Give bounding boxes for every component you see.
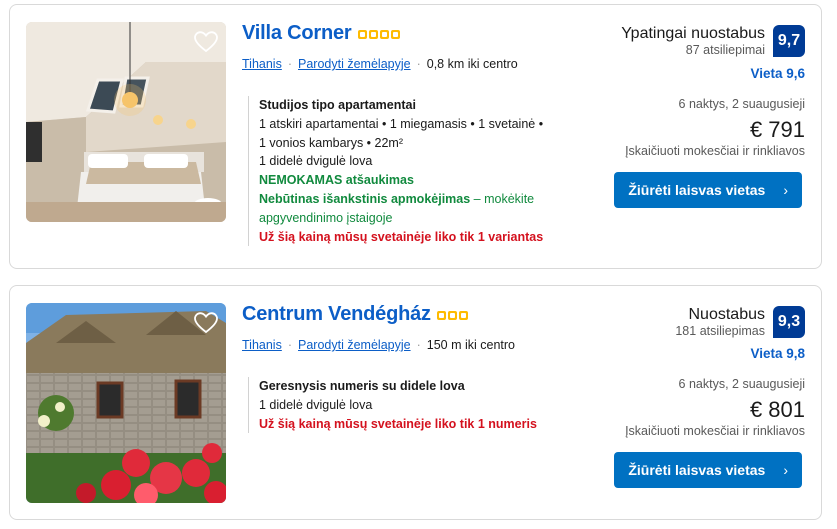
room-info-line: 1 vonios kambarys • 22m² <box>259 135 404 150</box>
free-cancellation: NEMOKAMAS atšaukimas <box>259 173 414 188</box>
price: € 791 <box>749 117 805 142</box>
see-availability-button[interactable]: Žiūrėti laisvas vietas › <box>614 172 802 208</box>
star-icon <box>458 311 468 320</box>
town-link[interactable]: Tihanis <box>242 57 282 71</box>
separator-dot: · <box>416 338 421 352</box>
stay-length: 6 naktys, 2 suaugusieji <box>678 377 805 391</box>
review-score[interactable]: Ypatingai nuostabus 87 atsiliepimai 9,7 <box>621 25 805 58</box>
taxes-note: Įskaičiuoti mokesčiai ir rinkliavos <box>625 144 805 158</box>
property-card[interactable]: Villa Corner Tihanis · Parodyti žemėlapy… <box>9 4 822 269</box>
location-score: Vieta 9,8 <box>750 346 805 361</box>
star-icon <box>390 30 400 39</box>
property-photo[interactable] <box>26 303 226 503</box>
bed-type: 1 didelė dvigulė lova <box>259 154 373 169</box>
star-icon <box>379 30 389 39</box>
star-rating <box>357 30 400 39</box>
scarcity-message: Už šią kainą mūsų svetainėje liko tik 1 … <box>259 229 544 244</box>
town-link[interactable]: Tihanis <box>242 338 282 352</box>
bed-type: 1 didelė dvigulė lova <box>259 397 373 412</box>
star-icon <box>357 30 367 39</box>
room-details: Studijos tipo apartamentai 1 atskiri apa… <box>248 96 604 247</box>
button-label: Žiūrėti laisvas vietas <box>628 462 766 478</box>
score-label: Ypatingai nuostabus <box>621 25 765 42</box>
taxes-note: Įskaičiuoti mokesčiai ir rinkliavos <box>625 424 805 438</box>
scarcity-message: Už šią kainą mūsų svetainėje liko tik 1 … <box>259 416 537 431</box>
review-score[interactable]: Nuostabus 181 atsiliepimas 9,3 <box>675 306 805 339</box>
location-score: Vieta 9,6 <box>750 66 805 81</box>
distance-from-centre: 0,8 km iki centro <box>426 57 518 71</box>
property-title[interactable]: Centrum Vendégház <box>242 303 431 326</box>
property-card[interactable]: Centrum Vendégház Tihanis · Parodyti žem… <box>9 285 822 520</box>
room-info-line: 1 atskiri apartamentai • 1 miegamasis • … <box>259 116 544 131</box>
score-badge: 9,7 <box>773 25 805 57</box>
wishlist-button[interactable] <box>192 28 220 56</box>
no-prepayment-label: Nebūtinas išankstinis apmokėjimas <box>259 191 471 206</box>
separator-dot: · <box>287 57 293 71</box>
star-icon <box>368 30 378 39</box>
chevron-right-icon: › <box>783 182 788 198</box>
review-count: 181 atsiliepimas <box>675 324 765 338</box>
room-name: Geresnysis numeris su didele lova <box>259 379 465 393</box>
property-photo[interactable] <box>26 22 226 222</box>
star-rating <box>436 311 468 320</box>
separator-dot: · <box>416 57 421 71</box>
review-count: 87 atsiliepimai <box>685 43 765 57</box>
star-icon <box>436 311 446 320</box>
score-badge: 9,3 <box>773 306 805 338</box>
show-on-map-link[interactable]: Parodyti žemėlapyje <box>298 338 411 352</box>
property-title[interactable]: Villa Corner <box>242 22 352 45</box>
separator-dot: · <box>287 338 293 352</box>
wishlist-button[interactable] <box>192 309 220 337</box>
chevron-right-icon: › <box>783 462 788 478</box>
button-label: Žiūrėti laisvas vietas <box>628 182 766 198</box>
price: € 801 <box>749 397 805 422</box>
distance-from-centre: 150 m iki centro <box>426 338 515 352</box>
room-details: Geresnysis numeris su didele lova 1 dide… <box>248 377 604 434</box>
heart-outline-icon <box>194 312 218 334</box>
star-icon <box>447 311 457 320</box>
see-availability-button[interactable]: Žiūrėti laisvas vietas › <box>614 452 802 488</box>
stay-length: 6 naktys, 2 suaugusieji <box>678 97 805 111</box>
no-prepayment-note: Nebūtinas išankstinis apmokėjimas – mokė… <box>259 190 604 228</box>
room-name: Studijos tipo apartamentai <box>259 98 416 112</box>
score-label: Nuostabus <box>688 306 766 323</box>
heart-outline-icon <box>194 31 218 53</box>
show-on-map-link[interactable]: Parodyti žemėlapyje <box>298 57 411 71</box>
